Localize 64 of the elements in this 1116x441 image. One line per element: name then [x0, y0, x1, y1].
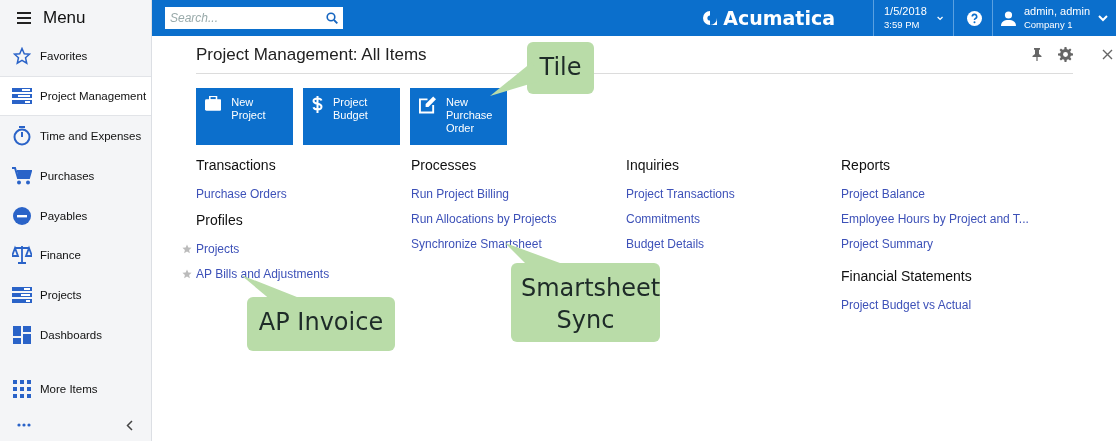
sidebar-item[interactable]: Purchases [0, 155, 151, 196]
tile-button[interactable]: Project Budget [303, 88, 400, 145]
sidebar-item[interactable]: Dashboards [0, 315, 151, 356]
section-heading: Transactions [196, 157, 277, 173]
menu-link[interactable]: Project Budget vs Actual [841, 297, 972, 312]
scales-icon [12, 245, 32, 266]
briefcase-icon [205, 96, 222, 111]
pin-icon[interactable] [1032, 48, 1042, 61]
menu-link[interactable]: Project Transactions [626, 186, 735, 201]
menu-link[interactable]: Commitments [626, 211, 700, 226]
sidebar-item[interactable]: Favorites [0, 35, 151, 76]
page-title: Project Management: All Items [196, 44, 428, 65]
cart-icon [12, 166, 32, 185]
stopwatch-icon [13, 125, 31, 146]
sidebar-item[interactable]: Payables [0, 195, 151, 236]
dollar-icon [312, 96, 323, 113]
date-selector[interactable]: 1/5/2018 3:59 PM [873, 0, 953, 36]
menu-link[interactable]: Run Project Billing [411, 186, 510, 201]
logo-icon [703, 11, 718, 25]
star-icon[interactable] [182, 268, 192, 279]
sidebar-item[interactable]: Time and Expenses [0, 115, 151, 156]
tile-button[interactable]: New Purchase Order [410, 88, 507, 145]
list-icon [12, 86, 32, 105]
list-icon [12, 286, 32, 305]
section-heading: Reports [841, 157, 892, 173]
settings-icon[interactable] [1058, 47, 1073, 62]
chevron-down-icon [936, 14, 943, 22]
star-icon[interactable] [182, 243, 192, 254]
minus-circle-icon [13, 206, 31, 225]
menu-link[interactable]: Employee Hours by Project and T... [841, 211, 1029, 226]
star-icon [13, 46, 31, 65]
user-icon [1001, 10, 1016, 26]
chevron-down-icon [1098, 14, 1108, 22]
more-icon[interactable] [17, 423, 31, 428]
logo-text: Acumatica [723, 7, 835, 29]
search-field[interactable]: Search... [165, 7, 343, 29]
close-icon[interactable] [1102, 49, 1113, 60]
menu-link[interactable]: Project Summary [841, 236, 934, 251]
menu-link[interactable]: Synchronize Smartsheet [411, 236, 542, 251]
menu-link[interactable]: Purchase Orders [196, 186, 287, 201]
callout: Tile [527, 42, 594, 94]
menu-link[interactable]: Budget Details [626, 236, 705, 251]
menu-link[interactable]: Project Balance [841, 186, 926, 201]
help-icon[interactable] [967, 10, 982, 26]
grid-icon [13, 380, 31, 399]
menu-icon[interactable] [17, 11, 31, 24]
sidebar-item[interactable]: Project Management [0, 75, 151, 116]
sidebar-item[interactable]: Finance [0, 235, 151, 276]
section-heading: Financial Statements [841, 268, 973, 284]
edit-icon [419, 96, 436, 114]
user-menu[interactable]: admin, admin Company 1 [993, 0, 1116, 36]
sidebar-item[interactable]: Projects [0, 275, 151, 316]
collapse-icon[interactable] [126, 419, 133, 431]
section-heading: Processes [411, 157, 478, 173]
dashboard-icon [13, 326, 31, 345]
tile-button[interactable]: New Project [196, 88, 293, 145]
menu-link[interactable]: Run Allocations by Projects [411, 211, 557, 226]
section-heading: Inquiries [626, 157, 680, 173]
search-icon[interactable] [326, 12, 338, 24]
menu-title: Menu [43, 7, 86, 28]
menu-link[interactable]: Projects [196, 241, 240, 256]
sidebar-item[interactable]: More Items [0, 369, 151, 410]
menu-link[interactable]: AP Bills and Adjustments [196, 266, 330, 281]
section-heading: Profiles [196, 212, 244, 228]
